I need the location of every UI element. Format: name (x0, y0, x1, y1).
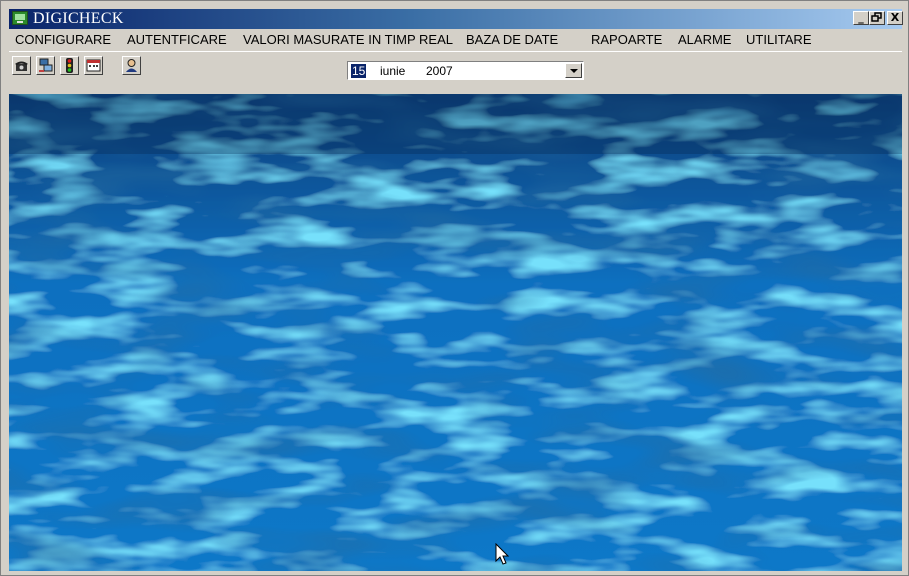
close-button[interactable]: X (887, 11, 903, 25)
toolbar-calendar-button[interactable] (84, 56, 103, 75)
date-day[interactable]: 15 (351, 64, 367, 78)
title-bar[interactable]: DIGICHECK _ X (9, 9, 903, 29)
menu-rapoarte[interactable]: RAPOARTE (591, 33, 662, 47)
background-water-image (9, 94, 902, 571)
menu-valori-masurate[interactable]: VALORI MASURATE IN TIMP REAL (243, 33, 453, 47)
app-window: DIGICHECK _ X CONFIGURARE AUTENTFICARE V… (0, 0, 909, 576)
mouse-cursor-icon (495, 543, 510, 565)
menu-baza-de-date[interactable]: BAZA DE DATE (466, 33, 558, 47)
menu-autentificare[interactable]: AUTENTFICARE (127, 33, 227, 47)
menu-alarme[interactable]: ALARME (678, 33, 731, 47)
date-dropdown-button[interactable] (565, 63, 582, 78)
toolbar: 15 iunie 2007 (9, 51, 902, 94)
restore-button[interactable] (869, 11, 885, 25)
menu-bar: CONFIGURARE AUTENTFICARE VALORI MASURATE… (9, 30, 902, 50)
window-title: DIGICHECK (33, 10, 124, 27)
toolbar-phone-button[interactable] (12, 56, 31, 75)
date-month[interactable]: iunie (380, 64, 405, 78)
restore-icon (871, 12, 882, 22)
calendar-icon (86, 59, 101, 72)
date-picker[interactable]: 15 iunie 2007 (347, 61, 584, 80)
phone-icon (15, 61, 28, 71)
traffic-light-icon (66, 58, 73, 73)
toolbar-user-button[interactable] (122, 56, 141, 75)
app-icon[interactable] (12, 11, 28, 25)
menu-utilitare[interactable]: UTILITARE (746, 33, 812, 47)
menu-configurare[interactable]: CONFIGURARE (15, 33, 111, 47)
toolbar-network-button[interactable] (36, 56, 55, 75)
date-year[interactable]: 2007 (426, 64, 453, 78)
minimize-button[interactable]: _ (853, 11, 869, 25)
water-texture (9, 94, 902, 571)
user-icon (126, 59, 137, 72)
computer-network-icon (39, 58, 53, 72)
toolbar-traffic-light-button[interactable] (60, 56, 79, 75)
